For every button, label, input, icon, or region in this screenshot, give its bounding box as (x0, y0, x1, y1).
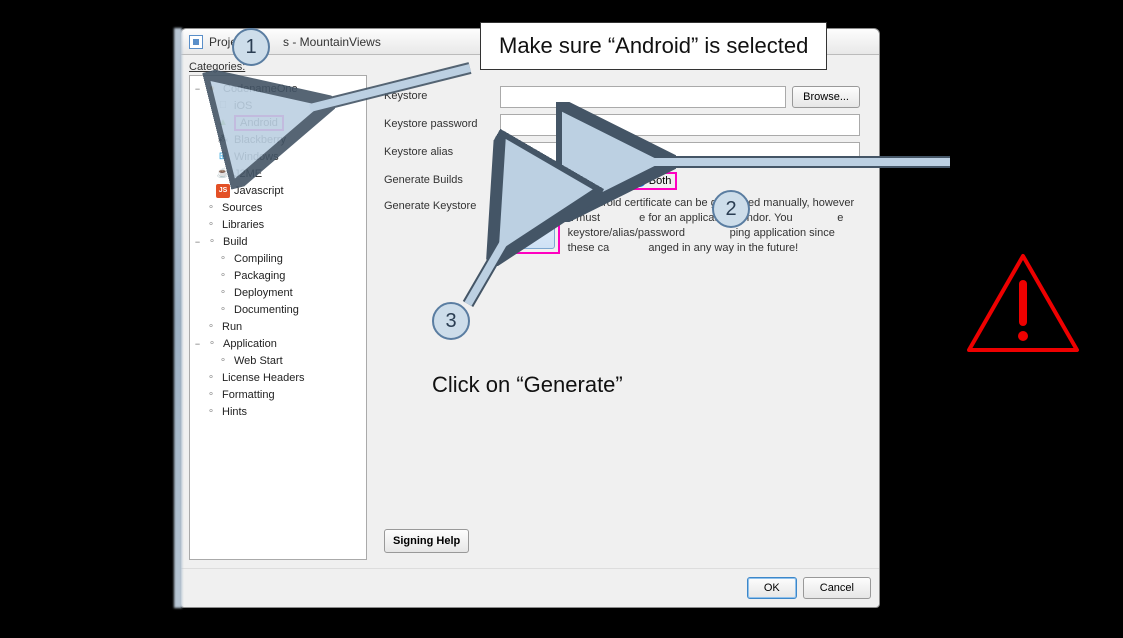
tree-item-compiling[interactable]: ∘Compiling (192, 250, 364, 267)
password-input[interactable] (500, 114, 860, 136)
bullet-icon: ∘ (204, 371, 218, 385)
badge-3: 3 (432, 302, 470, 340)
bullet-icon: ∘ (204, 218, 218, 232)
tree-item-libraries[interactable]: ∘ Libraries (192, 216, 364, 233)
windows-icon: ⊞ (216, 150, 230, 164)
bullet-icon: ∘ (204, 320, 218, 334)
tree-item-hints[interactable]: ∘Hints (192, 403, 364, 420)
callout-android-selected: Make sure “Android” is selected (480, 22, 827, 70)
signing-help-row: Signing Help (384, 529, 860, 553)
collapse-icon[interactable]: − (192, 83, 203, 94)
cancel-button[interactable]: Cancel (803, 577, 871, 599)
tree-item-sources[interactable]: ∘ Sources (192, 199, 364, 216)
signing-help-button[interactable]: Signing Help (384, 529, 469, 553)
builds-radio-group: Debug Release Both (500, 170, 677, 190)
tree-item-j2me[interactable]: ☕ J2ME (192, 165, 364, 182)
js-icon: JS (216, 184, 230, 198)
categories-tree[interactable]: − ● CodenameOne  iOS ▲ Android ⁂ (189, 75, 367, 560)
apple-icon:  (216, 99, 230, 113)
both-radio-highlight: Both (629, 172, 678, 190)
badge-2: 2 (712, 190, 750, 228)
tree-item-webstart[interactable]: ∘Web Start (192, 352, 364, 369)
tree-item-formatting[interactable]: ∘Formatting (192, 386, 364, 403)
alias-label: Keystore alias (384, 142, 500, 158)
instruction-click-generate: Click on “Generate” (432, 372, 623, 398)
java-icon: ☕ (216, 167, 230, 181)
project-icon (189, 35, 203, 49)
main-row: − ● CodenameOne  iOS ▲ Android ⁂ (189, 75, 871, 560)
debug-radio[interactable]: Debug (500, 175, 548, 188)
dialog-footer: OK Cancel (181, 568, 879, 607)
tree-item-run[interactable]: ∘Run (192, 318, 364, 335)
bullet-icon: ∘ (216, 303, 230, 317)
tree-item-packaging[interactable]: ∘Packaging (192, 267, 364, 284)
gen-wrapper: Gene... An Android certificate can be ge… (498, 196, 860, 255)
bullet-icon: ∘ (204, 405, 218, 419)
android-label: Android (234, 115, 284, 131)
tree-item-licenseheaders[interactable]: ∘License Headers (192, 369, 364, 386)
tree-item-deployment[interactable]: ∘Deployment (192, 284, 364, 301)
bullet-icon: ∘ (216, 286, 230, 300)
android-icon: ▲ (216, 116, 230, 130)
keystore-input[interactable] (500, 86, 786, 108)
bullet-icon: ∘ (205, 337, 219, 351)
genkeystore-label: Generate Keystore (384, 196, 498, 212)
builds-label: Generate Builds (384, 170, 500, 186)
arrow-to-android (280, 60, 480, 120)
window-edge-blur (174, 28, 182, 608)
release-radio[interactable]: Release (560, 175, 616, 188)
tree-item-application[interactable]: −∘Application (192, 335, 364, 352)
bullet-icon: ∘ (216, 269, 230, 283)
bullet-icon: ∘ (216, 354, 230, 368)
bullet-icon: ∘ (216, 252, 230, 266)
title-suffix: s - MountainViews (283, 35, 381, 49)
ok-button[interactable]: OK (747, 577, 797, 599)
tree-item-blackberry[interactable]: ⁂ Blackberry (192, 131, 364, 148)
badge-1: 1 (232, 28, 270, 66)
tree-item-build[interactable]: − ∘ Build (192, 233, 364, 250)
bullet-icon: ∘ (205, 235, 219, 249)
both-radio[interactable]: Both (633, 174, 672, 187)
builds-row: Generate Builds Debug Release Both (384, 170, 860, 190)
genkeystore-row: Generate Keystore Gene... An Android cer… (384, 196, 860, 255)
dialog-body: Categories: − ● CodenameOne  iOS ▲ (181, 55, 879, 568)
warning-icon (963, 250, 1083, 360)
tree-item-windows[interactable]: ⊞ Windows (192, 148, 364, 165)
collapse-icon[interactable]: − (192, 236, 203, 247)
codename-icon: ● (205, 82, 219, 96)
bullet-icon: ∘ (204, 388, 218, 402)
arrow-to-both (640, 152, 960, 172)
blackberry-icon: ⁂ (216, 133, 230, 147)
browse-button[interactable]: Browse... (792, 86, 860, 108)
collapse-icon[interactable]: − (192, 338, 203, 349)
tree-item-javascript[interactable]: JS Javascript (192, 182, 364, 199)
bullet-icon: ∘ (204, 201, 218, 215)
arrow-to-generate (460, 232, 520, 312)
tree-item-documenting[interactable]: ∘Documenting (192, 301, 364, 318)
